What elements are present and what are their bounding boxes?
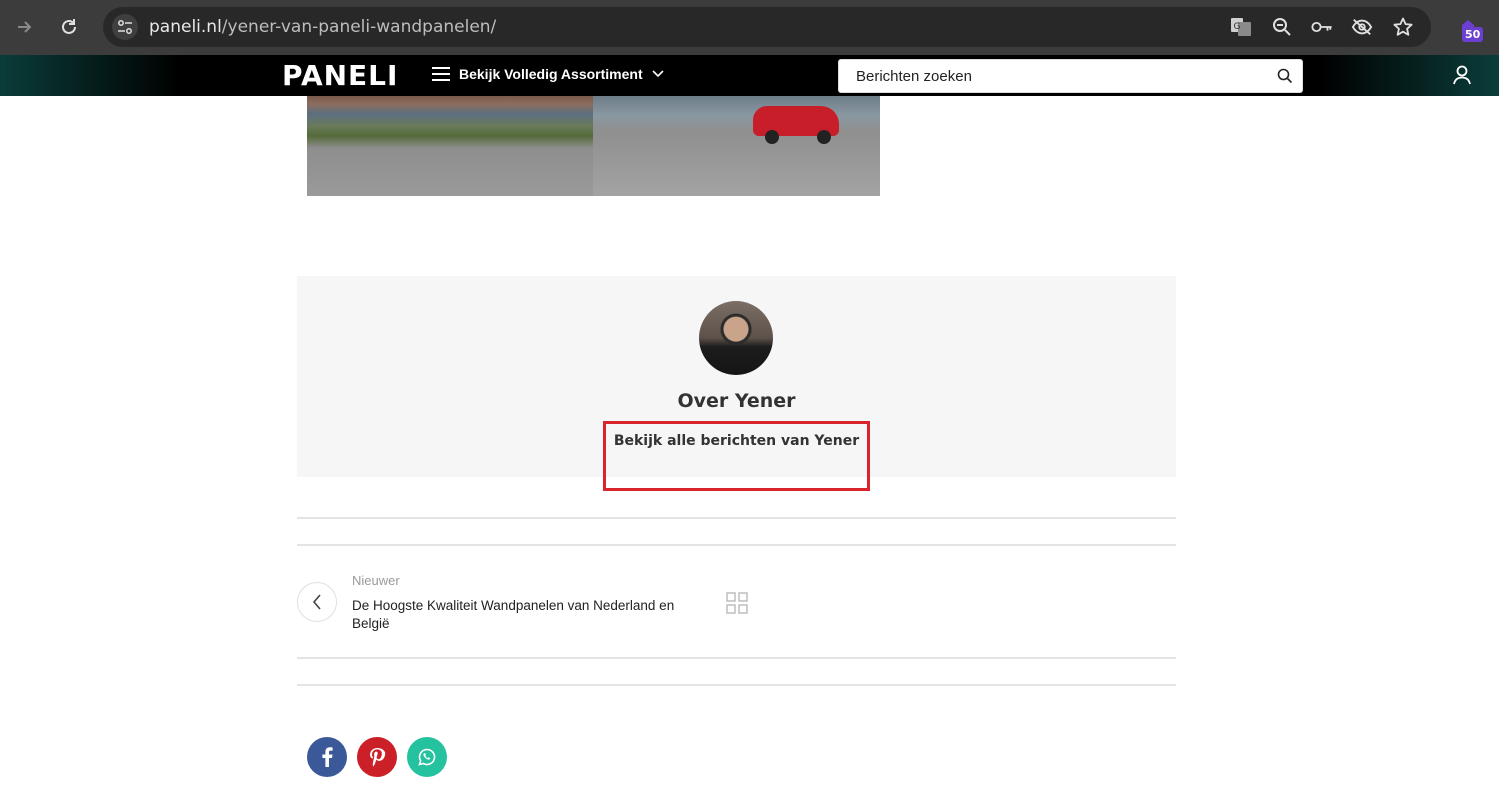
eye-off-icon[interactable] — [1351, 16, 1373, 38]
highlight-box — [603, 421, 870, 491]
author-avatar — [699, 301, 773, 375]
wheel-shape — [765, 130, 779, 144]
hamburger-icon — [432, 67, 450, 81]
divider — [297, 517, 1176, 519]
wheel-shape — [817, 130, 831, 144]
author-heading: Over Yener — [677, 390, 796, 412]
star-icon[interactable] — [1392, 16, 1414, 38]
divider — [297, 684, 1176, 686]
chevron-down-icon — [652, 70, 664, 78]
translate-icon[interactable]: G — [1230, 16, 1252, 38]
assortment-menu-label: Bekijk Volledig Assortiment — [459, 66, 643, 82]
divider — [297, 544, 1176, 546]
post-nav-kicker: Nieuwer — [352, 573, 400, 588]
whatsapp-icon — [418, 748, 436, 766]
url-text[interactable]: paneli.nl/yener-van-paneli-wandpanelen/ — [149, 17, 496, 37]
url-path: /yener-van-paneli-wandpanelen/ — [221, 17, 497, 37]
site-info-icon[interactable] — [112, 14, 138, 40]
zoom-out-icon[interactable] — [1271, 16, 1293, 38]
search-input[interactable]: Berichten zoeken — [838, 59, 1303, 93]
facebook-icon — [322, 747, 333, 767]
search-icon[interactable] — [1277, 68, 1293, 84]
grid-icon[interactable] — [726, 592, 748, 614]
address-bar[interactable]: paneli.nl/yener-van-paneli-wandpanelen/ … — [103, 7, 1431, 47]
article-image-left — [307, 96, 593, 196]
facebook-share-button[interactable] — [307, 737, 347, 777]
assortment-menu-button[interactable]: Bekijk Volledig Assortiment — [432, 66, 664, 82]
previous-post-button[interactable] — [297, 582, 337, 622]
site-logo[interactable]: PANELI — [282, 59, 398, 92]
chevron-left-icon — [312, 594, 321, 610]
extension-badge: 50 — [1462, 27, 1484, 42]
site-header: PANELI Bekijk Volledig Assortiment Beric… — [0, 55, 1499, 96]
divider — [297, 657, 1176, 659]
user-account-icon[interactable] — [1452, 65, 1472, 85]
search-placeholder: Berichten zoeken — [856, 68, 972, 85]
article-image — [307, 96, 880, 196]
reload-icon[interactable] — [54, 12, 84, 42]
forward-icon[interactable] — [10, 12, 40, 42]
svg-text:G: G — [1234, 22, 1241, 32]
pinterest-icon — [370, 748, 386, 767]
whatsapp-share-button[interactable] — [407, 737, 447, 777]
article-image-right — [593, 96, 880, 196]
post-nav-title[interactable]: De Hoogste Kwaliteit Wandpanelen van Ned… — [352, 597, 712, 633]
key-icon[interactable] — [1311, 16, 1333, 38]
pinterest-share-button[interactable] — [357, 737, 397, 777]
url-host: paneli.nl — [149, 17, 222, 37]
browser-toolbar: paneli.nl/yener-van-paneli-wandpanelen/ … — [0, 0, 1499, 55]
